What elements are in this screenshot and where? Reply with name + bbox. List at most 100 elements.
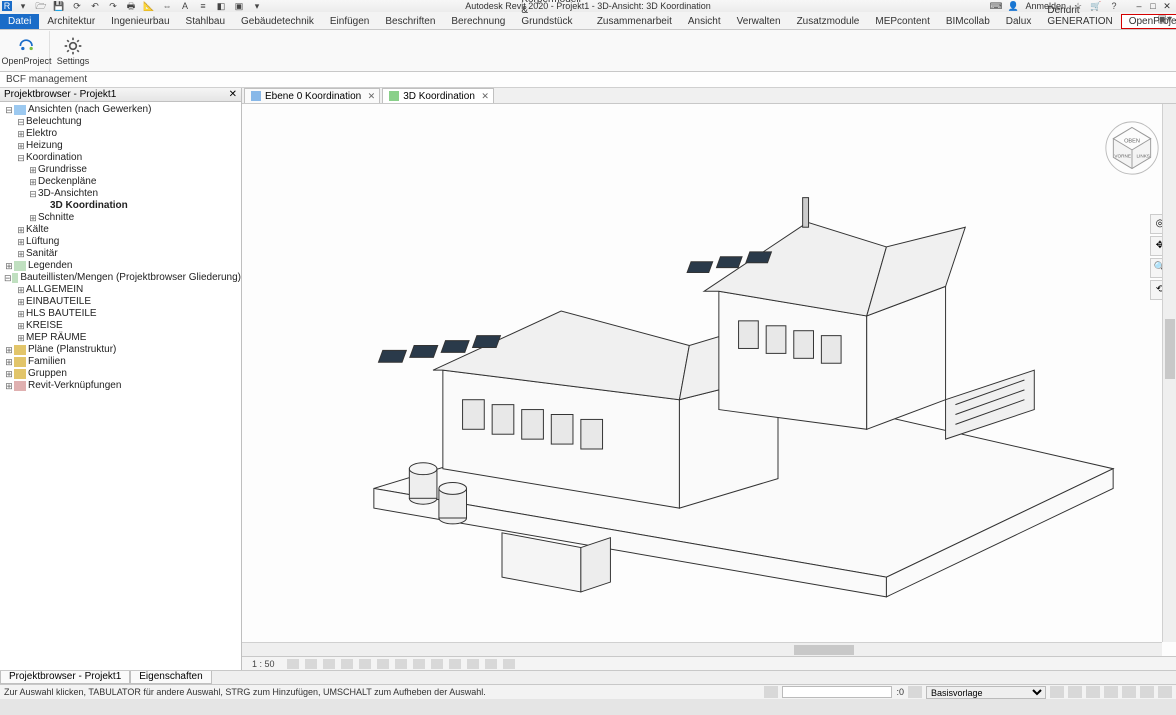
crop-region-icon[interactable]	[395, 659, 407, 669]
minimize-button[interactable]: –	[1132, 1, 1146, 11]
keyboard-icon[interactable]: ⌨	[989, 1, 1001, 11]
panel-tab-properties[interactable]: Eigenschaften	[130, 671, 211, 684]
design-option-select[interactable]: Basisvorlage	[926, 686, 1046, 699]
qat-more-icon[interactable]: ▾	[250, 1, 264, 11]
view-tab-close-icon[interactable]: ✕	[368, 91, 376, 102]
sync-icon[interactable]: ⟳	[70, 1, 84, 11]
tree-expander-icon[interactable]: ⊞	[4, 260, 14, 272]
drag-elements-icon[interactable]	[1122, 686, 1136, 698]
detail-level-icon[interactable]	[287, 659, 299, 669]
tree-node[interactable]: ⊞Schnitte	[0, 212, 241, 224]
tab-mepcontent[interactable]: MEPcontent	[867, 14, 937, 29]
close-button[interactable]: ✕	[1160, 1, 1174, 11]
tree-node[interactable]: ⊞Legenden	[0, 260, 241, 272]
scrollbar-horizontal[interactable]	[242, 642, 1162, 656]
render-icon[interactable]	[359, 659, 371, 669]
tree-expander-icon[interactable]: ⊟	[4, 104, 14, 116]
select-face-icon[interactable]	[1104, 686, 1118, 698]
worksets-icon[interactable]	[764, 686, 778, 698]
tree-expander-icon[interactable]: ⊟	[4, 272, 12, 284]
3d-canvas[interactable]: OBEN VORNE LINKS ◎ ✥ 🔍 ⟲	[242, 104, 1176, 656]
tree-node[interactable]: ⊞Heizung	[0, 140, 241, 152]
tree-expander-icon[interactable]: ⊞	[16, 320, 26, 332]
tree-node[interactable]: ⊞Deckenpläne	[0, 176, 241, 188]
panel-tab-browser[interactable]: Projektbrowser - Projekt1	[0, 671, 130, 684]
tree-node[interactable]: ⊞Gruppen	[0, 368, 241, 380]
view-cube[interactable]: OBEN VORNE LINKS	[1104, 120, 1160, 176]
lock-3d-icon[interactable]	[413, 659, 425, 669]
print-icon[interactable]: 🖶	[124, 1, 138, 11]
select-underlay-icon[interactable]	[1068, 686, 1082, 698]
tree-node[interactable]: ⊞KREISE	[0, 320, 241, 332]
qat-dropdown-icon[interactable]: ▾	[16, 1, 30, 11]
tab-verwalten[interactable]: Verwalten	[729, 14, 789, 29]
tree-node[interactable]: ⊞Grundrisse	[0, 164, 241, 176]
filter-icon[interactable]	[1158, 686, 1172, 698]
tab-dendrit[interactable]: Dendrit GENERATION	[1039, 3, 1120, 29]
tree-node[interactable]: ⊟Beleuchtung	[0, 116, 241, 128]
tree-expander-icon[interactable]: ⊞	[28, 212, 38, 224]
tree-expander-icon[interactable]: ⊞	[16, 128, 26, 140]
tree-expander-icon[interactable]: ⊞	[16, 236, 26, 248]
tree-node[interactable]: ⊞Kälte	[0, 224, 241, 236]
sun-path-icon[interactable]	[323, 659, 335, 669]
select-links-icon[interactable]	[1050, 686, 1064, 698]
tree-expander-icon[interactable]: ⊞	[4, 344, 14, 356]
tree-expander-icon[interactable]: ⊞	[4, 368, 14, 380]
tree-expander-icon[interactable]: ⊟	[16, 152, 26, 164]
view-scale[interactable]: 1 : 50	[246, 659, 281, 669]
background-processes-icon[interactable]	[1140, 686, 1154, 698]
tab-datei[interactable]: Datei	[0, 14, 39, 29]
close-hidden-icon[interactable]: ◧	[214, 1, 228, 11]
workset-field[interactable]	[782, 686, 892, 698]
thin-lines-icon[interactable]: ≡	[196, 1, 210, 11]
tab-einfuegen[interactable]: Einfügen	[322, 14, 377, 29]
tree-expander-icon[interactable]: ⊟	[28, 188, 38, 200]
project-browser-tree[interactable]: ⊟Ansichten (nach Gewerken)⊟Beleuchtung⊞E…	[0, 102, 241, 670]
user-icon[interactable]: 👤	[1007, 1, 1019, 11]
tree-node[interactable]: ⊞Lüftung	[0, 236, 241, 248]
tree-expander-icon[interactable]: ⊞	[28, 176, 38, 188]
switch-windows-icon[interactable]: ▣	[232, 1, 246, 11]
tree-node[interactable]: ⊞ALLGEMEIN	[0, 284, 241, 296]
tree-expander-icon[interactable]: ⊞	[16, 140, 26, 152]
tree-node[interactable]: ⊞Elektro	[0, 128, 241, 140]
tree-node[interactable]: ⊞Revit-Verknüpfungen	[0, 380, 241, 392]
analytical-model-icon[interactable]	[485, 659, 497, 669]
redo-icon[interactable]: ↷	[106, 1, 120, 11]
project-browser-titlebar[interactable]: Projektbrowser - Projekt1 ✕	[0, 88, 241, 102]
scrollbar-vertical[interactable]	[1162, 104, 1176, 642]
view-tab-close-icon[interactable]: ✕	[481, 91, 489, 102]
crop-view-icon[interactable]	[377, 659, 389, 669]
tab-beschriften[interactable]: Beschriften	[377, 14, 443, 29]
reveal-constraints-icon[interactable]	[503, 659, 515, 669]
settings-button[interactable]: Settings	[50, 31, 96, 71]
tab-dalux[interactable]: Dalux	[998, 14, 1040, 29]
temp-hide-icon[interactable]	[431, 659, 443, 669]
tab-ansicht[interactable]: Ansicht	[680, 14, 729, 29]
tab-architektur[interactable]: Architektur	[39, 14, 103, 29]
tab-ingenieurbau[interactable]: Ingenieurbau	[103, 14, 177, 29]
align-icon[interactable]: ⇔	[160, 1, 174, 11]
tree-expander-icon[interactable]: ⊞	[16, 248, 26, 260]
tree-node[interactable]: 3D Koordination	[0, 200, 241, 212]
worksharing-display-icon[interactable]	[467, 659, 479, 669]
tree-node[interactable]: ⊞Pläne (Planstruktur)	[0, 344, 241, 356]
tree-node[interactable]: ⊟3D-Ansichten	[0, 188, 241, 200]
tab-koerpermodell[interactable]: Körpermodell & Grundstück	[513, 0, 588, 29]
tree-node[interactable]: ⊞Sanitär	[0, 248, 241, 260]
main-model-icon[interactable]	[908, 686, 922, 698]
tree-node[interactable]: ⊞EINBAUTEILE	[0, 296, 241, 308]
tree-expander-icon[interactable]: ⊟	[16, 116, 26, 128]
view-tab-ebene0[interactable]: Ebene 0 Koordination ✕	[244, 88, 380, 103]
tree-node[interactable]: ⊟Koordination	[0, 152, 241, 164]
tab-gebaeudetechnik[interactable]: Gebäudetechnik	[233, 14, 322, 29]
view-tab-3d[interactable]: 3D Koordination ✕	[382, 88, 494, 103]
save-icon[interactable]: 💾	[52, 1, 66, 11]
tree-expander-icon[interactable]: ⊞	[16, 308, 26, 320]
measure-icon[interactable]: 📐	[142, 1, 156, 11]
tree-node[interactable]: ⊞Familien	[0, 356, 241, 368]
openproject-button[interactable]: OpenProject	[4, 31, 50, 71]
ribbon-collapse-icon[interactable]: ▣▾	[1158, 14, 1172, 25]
tab-zusammenarbeit[interactable]: Zusammenarbeit	[589, 14, 680, 29]
